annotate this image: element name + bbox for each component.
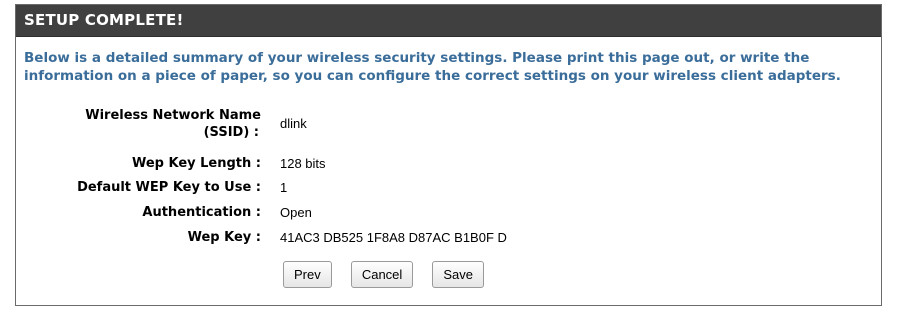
authentication-label: Authentication :: [142, 205, 261, 220]
key-length-value: 128 bits: [280, 156, 326, 171]
ssid-label-line2: (SSID) :: [203, 125, 259, 140]
save-button[interactable]: Save: [432, 261, 485, 288]
default-key-value: 1: [280, 180, 288, 195]
wep-key-label: Wep Key :: [187, 230, 261, 245]
key-length-label: Wep Key Length :: [131, 156, 261, 171]
button-bar: Prev Cancel Save: [283, 261, 498, 288]
wep-key-value: 41AC3 DB525 1F8A8 D87AC B1B0F D: [280, 230, 507, 245]
setup-complete-panel: SETUP COMPLETE! Below is a detailed summ…: [15, 4, 882, 306]
ssid-value: dlink: [280, 116, 307, 131]
ssid-row: Wireless Network Name (SSID) : dlink: [16, 107, 881, 141]
ssid-label: Wireless Network Name (SSID) :: [85, 107, 261, 141]
authentication-value: Open: [280, 205, 312, 220]
ssid-label-line1: Wireless Network Name: [85, 108, 261, 123]
intro-text: Below is a detailed summary of your wire…: [24, 50, 841, 84]
default-key-label: Default WEP Key to Use :: [77, 180, 261, 195]
cancel-button[interactable]: Cancel: [350, 261, 414, 288]
panel-title: SETUP COMPLETE!: [16, 5, 881, 37]
prev-button[interactable]: Prev: [283, 261, 332, 288]
